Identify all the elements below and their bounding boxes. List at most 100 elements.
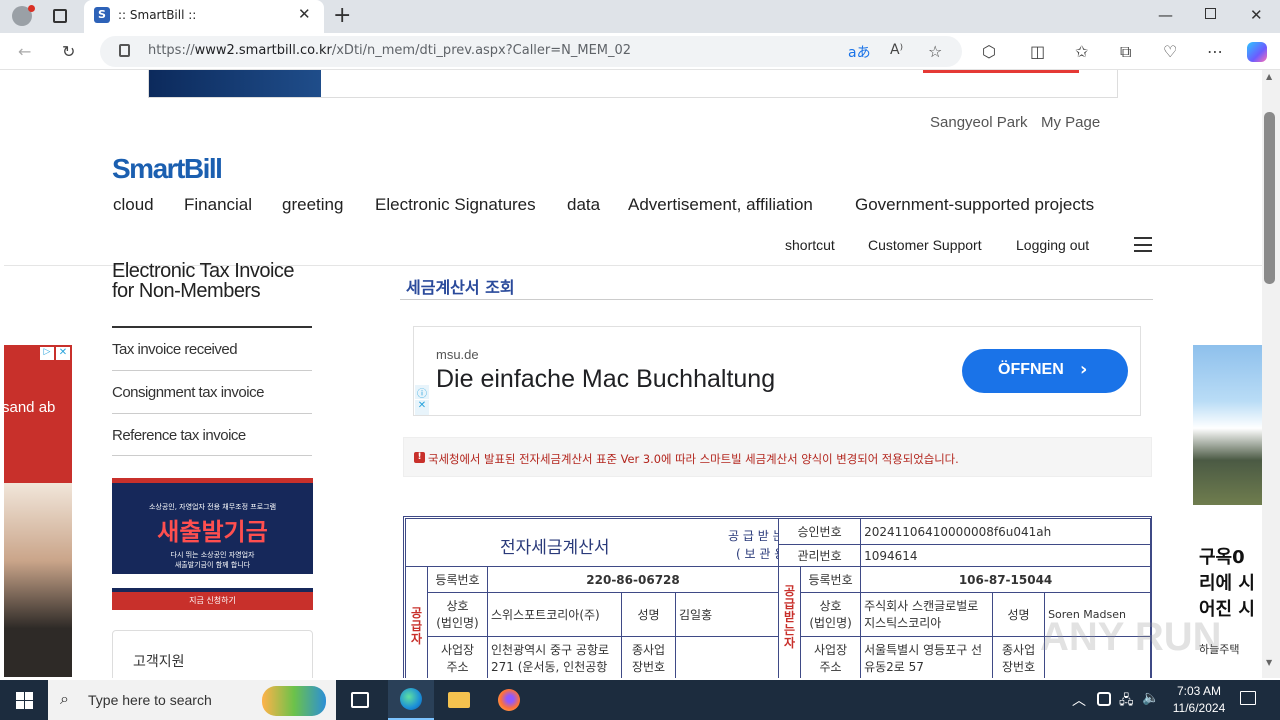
invoice-header-cell: 전자세금계산서 공 급 받 는 자 ( 보 관 용 ) bbox=[404, 518, 780, 567]
supplier-branch-no bbox=[674, 636, 780, 678]
banner-sub2: 새출발기금이 함께 합니다 bbox=[174, 561, 251, 569]
back-icon[interactable]: ← bbox=[18, 42, 31, 61]
sidebar-item-consignment[interactable]: Consignment tax invoice bbox=[112, 384, 264, 401]
sidebar-banner[interactable]: 소상공인, 자영업자 전용 채무조정 프로그램 새출발기금 다시 뛰는 소상공인… bbox=[112, 478, 313, 610]
sidebar-item-reference[interactable]: Reference tax invoice bbox=[112, 427, 246, 444]
file-explorer-icon[interactable] bbox=[448, 692, 470, 708]
edge-taskbar-icon[interactable] bbox=[388, 680, 434, 720]
supplier-reg-label: 등록번호 bbox=[427, 566, 488, 593]
ad-info-icon[interactable]: ⓘ bbox=[415, 385, 429, 400]
user-name[interactable]: Sangyeol Park bbox=[930, 114, 1028, 131]
url-text[interactable]: https://www2.smartbill.co.kr/xDti/n_mem/… bbox=[148, 43, 631, 58]
company-label-line2: (법인명) bbox=[436, 615, 479, 630]
address-label-line2: 주소 bbox=[819, 659, 842, 674]
top-banner-image bbox=[149, 70, 321, 97]
scroll-up-arrow-icon[interactable]: ▲ bbox=[1266, 72, 1272, 81]
taskbar-search-box[interactable]: ⌕ Type here to search bbox=[48, 680, 336, 720]
nav-government-projects[interactable]: Government-supported projects bbox=[855, 195, 1094, 215]
page-title: 세금계산서 조회 bbox=[406, 278, 515, 297]
nav-greeting[interactable]: greeting bbox=[282, 195, 343, 215]
read-aloud-icon[interactable]: A⁾ bbox=[890, 42, 903, 58]
restore-icon[interactable] bbox=[1205, 8, 1216, 19]
ad-open-button[interactable]: ÖFFNEN › bbox=[962, 349, 1128, 393]
split-screen-icon[interactable]: ◫ bbox=[1030, 42, 1045, 61]
favorite-star-icon[interactable]: ☆ bbox=[928, 42, 942, 61]
branch-label-line1: 종사업 bbox=[631, 642, 666, 657]
sidebar-item-tax-invoice-received[interactable]: Tax invoice received bbox=[112, 341, 238, 358]
favorites-icon[interactable]: ✩ bbox=[1075, 42, 1088, 61]
hamburger-menu-icon[interactable] bbox=[1134, 237, 1152, 252]
extensions-icon[interactable]: ⬡ bbox=[982, 42, 996, 61]
adchoices-icon[interactable]: ▷ bbox=[40, 347, 54, 360]
shortcut-link[interactable]: shortcut bbox=[785, 237, 835, 253]
supplier-address-label: 사업장 주소 bbox=[427, 636, 488, 678]
supplier-address: 인천광역시 중구 공항로 271 (운서동, 인천공항 bbox=[487, 636, 622, 678]
branch-label-line1: 종사업 bbox=[1002, 642, 1036, 657]
browser-tab-smartbill[interactable]: S :: SmartBill :: ✕ bbox=[84, 0, 324, 33]
nav-financial[interactable]: Financial bbox=[184, 195, 252, 215]
receiver-company-label: 상호 (법인명) bbox=[800, 592, 862, 637]
company-label-line1: 상호 bbox=[819, 598, 842, 613]
copilot-icon[interactable] bbox=[1247, 42, 1267, 62]
top-banner-ad[interactable] bbox=[148, 70, 1118, 98]
receiver-address: 서울특별시 영등포구 선유동2로 57 bbox=[860, 636, 994, 678]
clock-date[interactable]: 11/6/2024 bbox=[1166, 701, 1232, 715]
sidebar-title-line2: for Non-Members bbox=[112, 280, 261, 302]
left-side-ad[interactable]: sand ab ▷ ✕ bbox=[4, 345, 72, 677]
search-highlight-icon bbox=[262, 686, 326, 716]
edge-icon bbox=[400, 688, 422, 710]
new-tab-icon[interactable]: + bbox=[333, 3, 351, 28]
left-ad-close-icon[interactable]: ✕ bbox=[56, 347, 70, 360]
scrollbar-thumb[interactable] bbox=[1264, 112, 1275, 284]
branch-label-line2: 장번호 bbox=[631, 659, 666, 674]
ad-banner[interactable]: msu.de Die einfache Mac Buchhaltung ÖFFN… bbox=[413, 326, 1141, 416]
customer-support-link[interactable]: Customer Support bbox=[868, 237, 982, 253]
address-label-line1: 사업장 bbox=[813, 642, 848, 657]
refresh-icon[interactable]: ↻ bbox=[62, 42, 75, 61]
translate-icon[interactable]: aあ bbox=[848, 42, 871, 62]
performance-icon[interactable]: ♡ bbox=[1163, 42, 1177, 61]
my-page-link[interactable]: My Page bbox=[1041, 114, 1100, 131]
clock-time[interactable]: 7:03 AM bbox=[1174, 684, 1224, 698]
sidebar-divider-0 bbox=[112, 326, 312, 328]
tray-chevron-icon[interactable]: ︿ bbox=[1072, 690, 1086, 710]
banner-title: 새출발기금 bbox=[157, 518, 268, 546]
collections-icon[interactable]: ⧉ bbox=[1120, 42, 1131, 62]
alert-icon: ! bbox=[414, 452, 425, 463]
firefox-icon[interactable] bbox=[498, 689, 520, 711]
nav-data[interactable]: data bbox=[567, 195, 600, 215]
volume-icon[interactable]: 🔈 bbox=[1142, 690, 1159, 706]
more-menu-icon[interactable]: ⋯ bbox=[1207, 42, 1223, 61]
windows-start-icon[interactable] bbox=[16, 692, 33, 709]
smartbill-favicon-icon: S bbox=[94, 7, 110, 23]
task-view-icon[interactable] bbox=[351, 692, 369, 708]
tab-close-icon[interactable]: ✕ bbox=[298, 5, 311, 23]
support-box: 고객지원 bbox=[112, 630, 313, 678]
ad-close-icon[interactable]: ✕ bbox=[415, 400, 429, 415]
profile-alert-dot bbox=[28, 5, 35, 12]
right-ad-photo bbox=[1193, 345, 1262, 505]
sidebar-divider-2 bbox=[112, 413, 312, 414]
mgmt-number: 1094614 bbox=[860, 544, 1152, 567]
notifications-icon[interactable] bbox=[1240, 691, 1256, 705]
supplier-name: 김일홍 bbox=[674, 592, 780, 637]
left-ad-text: sand ab bbox=[4, 399, 56, 416]
scroll-down-arrow-icon[interactable]: ▼ bbox=[1266, 658, 1272, 667]
tray-app-icon[interactable] bbox=[1097, 692, 1111, 706]
logout-link[interactable]: Logging out bbox=[1016, 237, 1089, 253]
smartbill-logo[interactable]: SmartBill bbox=[112, 153, 223, 185]
lock-icon[interactable] bbox=[119, 44, 130, 57]
nav-electronic-signatures[interactable]: Electronic Signatures bbox=[375, 195, 536, 215]
window-close-icon[interactable]: ✕ bbox=[1250, 6, 1263, 24]
receiver-company: 주식회사 스캔글로벌로지스틱스코리아 bbox=[860, 592, 994, 637]
approval-label: 승인번호 bbox=[778, 518, 862, 545]
network-icon[interactable]: 🖧 bbox=[1119, 691, 1134, 713]
ad-open-label: ÖFFNEN bbox=[998, 361, 1064, 378]
nav-advertisement[interactable]: Advertisement, affiliation bbox=[628, 195, 813, 215]
vertical-scrollbar[interactable]: ▲ ▼ bbox=[1262, 70, 1280, 678]
minimize-icon[interactable]: — bbox=[1158, 6, 1173, 24]
nav-cloud[interactable]: cloud bbox=[113, 195, 154, 215]
tab-actions-icon[interactable] bbox=[53, 9, 67, 23]
banner-cta[interactable]: 지금 신청하기 bbox=[112, 592, 313, 610]
receiver-label: 공 급 받 는 자 bbox=[728, 529, 778, 543]
